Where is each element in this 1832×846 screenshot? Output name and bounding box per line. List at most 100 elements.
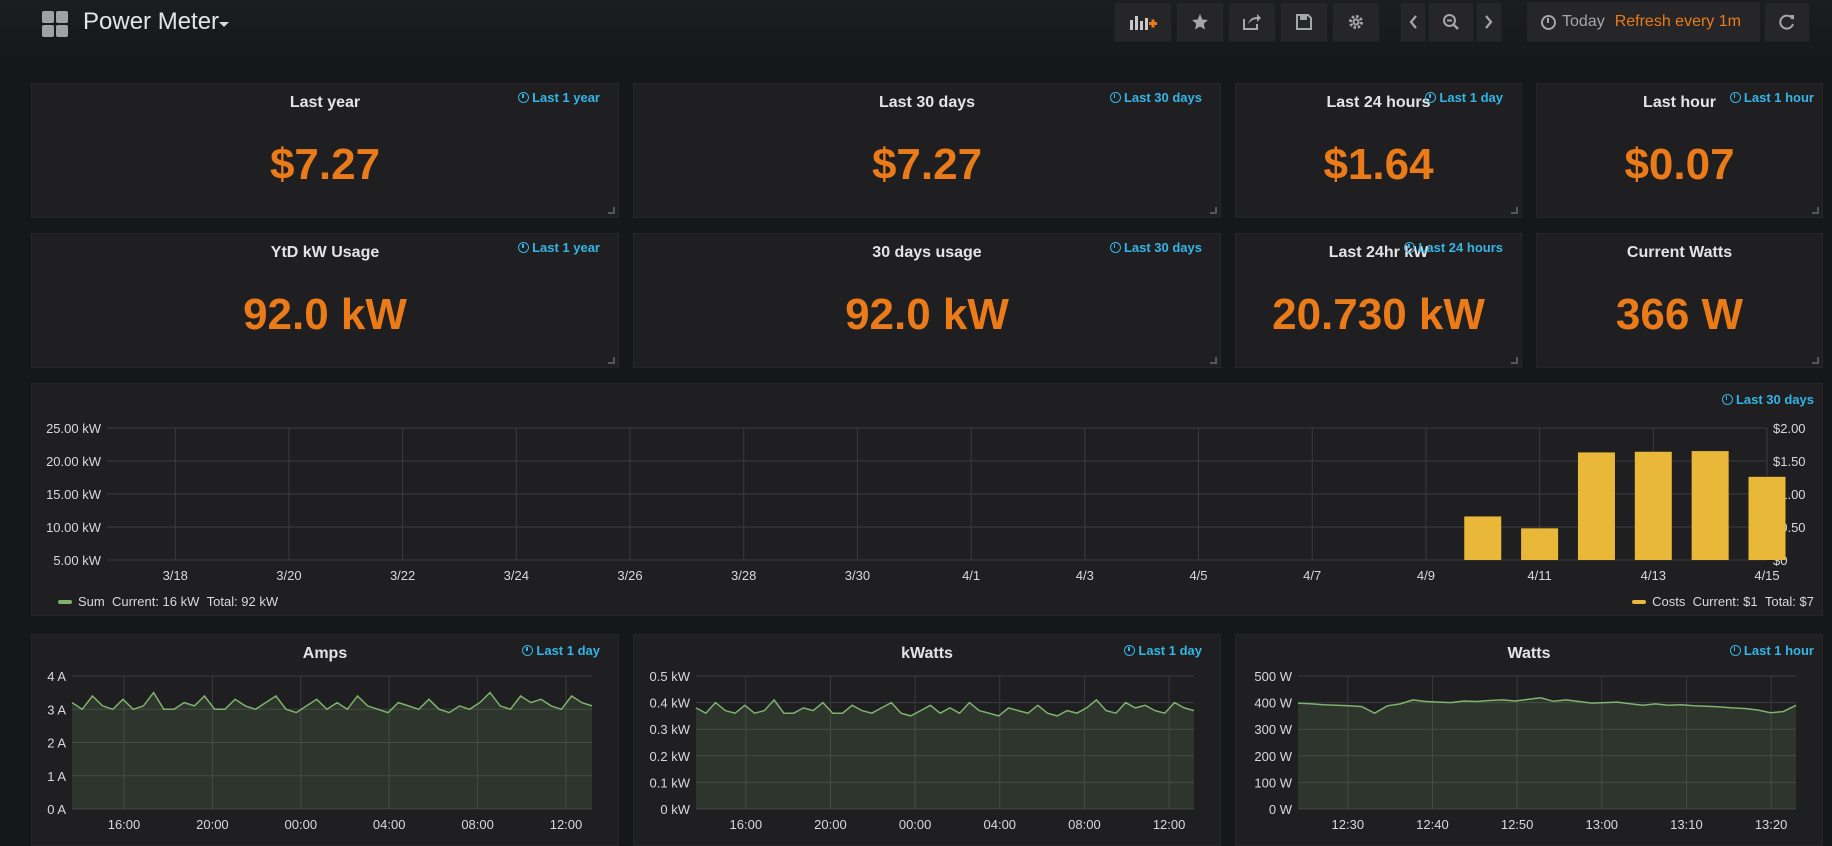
panel-time-label: Last 30 days — [1123, 240, 1202, 255]
resize-handle[interactable] — [1511, 357, 1518, 364]
stat-panel-last-30-days[interactable]: Last 30 days Last 30 days $7.27 — [633, 83, 1221, 218]
resize-handle[interactable] — [1812, 357, 1819, 364]
panel-time-range: Last 1 day — [1124, 643, 1202, 658]
stat-panel-30-days-usage[interactable]: 30 days usage Last 30 days 92.0 kW — [633, 233, 1221, 368]
bar-cost-4-12 — [1577, 452, 1615, 560]
x-tick-label: 3/22 — [390, 568, 415, 583]
clock-icon — [1729, 645, 1741, 656]
clock-icon — [1109, 92, 1121, 103]
y-tick-label: 2 A — [47, 736, 66, 751]
y-tick-label: 0.1 kW — [650, 775, 691, 790]
settings-button[interactable] — [1332, 2, 1380, 42]
y-tick-label-left: 15.00 kW — [46, 487, 102, 502]
dashboard-grid-icon[interactable] — [42, 11, 68, 37]
stat-value: 92.0 kW — [243, 290, 407, 339]
bar-cost-4-15 — [1748, 476, 1786, 560]
y-tick-label-right: $1.50 — [1773, 454, 1806, 469]
watts-graph-panel[interactable]: 0 W 100 W 200 W 300 W 400 W 500 W 12:30 12:40 12… — [1235, 634, 1823, 846]
y-tick-label: 1 A — [47, 769, 66, 784]
resize-handle[interactable] — [1210, 357, 1217, 364]
y-tick-label: 0 A — [47, 802, 66, 817]
x-tick-label: 13:20 — [1755, 817, 1788, 832]
stat-panel-current-watts[interactable]: Current Watts 366 W — [1536, 233, 1823, 368]
dashboard-title[interactable]: Power Meter — [83, 8, 219, 36]
y-tick-label: 400 W — [1254, 696, 1292, 711]
y-tick-label-right: $2.00 — [1773, 421, 1806, 436]
resize-handle[interactable] — [608, 207, 615, 214]
legend-current: Current: $1 — [1692, 594, 1758, 609]
clock-icon — [1109, 242, 1121, 253]
x-tick-label: 3/28 — [731, 568, 756, 583]
x-tick-label: 12:30 — [1332, 817, 1365, 832]
star-dashboard-button[interactable] — [1176, 2, 1224, 42]
x-tick-label: 3/30 — [845, 568, 870, 583]
panel-time-range: Last 1 hour — [1729, 90, 1814, 105]
y-tick-label: 0.2 kW — [650, 749, 691, 764]
legend-name: Sum — [78, 594, 105, 609]
bar-cost-4-10 — [1464, 516, 1502, 560]
clock-icon — [1541, 14, 1556, 30]
title-dropdown-caret-icon[interactable] — [219, 22, 229, 27]
kwatts-graph-panel[interactable]: 0 kW 0.1 kW 0.2 kW 0.3 kW 0.4 kW 0.5 kW 16:00 2… — [633, 634, 1221, 846]
legend-total: Total: 92 kW — [206, 594, 279, 609]
time-shift-back-button[interactable] — [1400, 2, 1426, 42]
x-tick-label: 00:00 — [899, 817, 932, 832]
x-tick-label: 04:00 — [984, 817, 1017, 832]
y-tick-label: 300 W — [1254, 722, 1292, 737]
share-dashboard-button[interactable] — [1228, 2, 1276, 42]
clock-icon — [518, 92, 530, 103]
panel-title: Current Watts — [1626, 244, 1733, 261]
amps-graph-panel[interactable]: 0 A 1 A 2 A 3 A 4 A 16:00 20:00 00:00 04:00 08:00… — [31, 634, 619, 846]
resize-handle[interactable] — [1511, 207, 1518, 214]
save-dashboard-button[interactable] — [1280, 2, 1328, 42]
x-tick-label: 4/5 — [1189, 568, 1207, 583]
x-tick-label: 13:00 — [1586, 817, 1619, 832]
bar-cost-4-13 — [1634, 451, 1672, 560]
x-tick-label: 20:00 — [196, 817, 229, 832]
stat-value: 92.0 kW — [845, 290, 1009, 339]
stat-panel-ytd-kw-usage[interactable]: YtD kW Usage Last 1 year 92.0 kW — [31, 233, 619, 368]
panel-time-range: Last 1 day — [1425, 90, 1503, 105]
y-tick-label: 500 W — [1254, 669, 1292, 684]
clock-icon — [1729, 92, 1741, 103]
resize-handle[interactable] — [608, 357, 615, 364]
stat-panel-last-24hr-kw[interactable]: Last 24hr kW Last 24 hours 20.730 kW — [1235, 233, 1522, 368]
series-area-fill — [72, 692, 592, 809]
y-tick-label: 200 W — [1254, 749, 1292, 764]
stat-panel-last-24-hours[interactable]: Last 24 hours Last 1 day $1.64 — [1235, 83, 1522, 218]
legend-costs[interactable]: Costs Current: $1 Total: $7 — [1632, 594, 1814, 609]
legend-name: Costs — [1652, 594, 1686, 609]
x-tick-label: 20:00 — [814, 817, 847, 832]
panel-time-range: Last 1 year — [518, 240, 600, 255]
x-tick-label: 3/20 — [276, 568, 301, 583]
x-tick-label: 3/18 — [163, 568, 188, 583]
stat-panel-last-hour[interactable]: Last hour Last 1 hour $0.07 — [1536, 83, 1823, 218]
y-tick-label: 0.4 kW — [650, 696, 691, 711]
add-panel-button[interactable] — [1114, 2, 1172, 42]
x-tick-label: 12:00 — [550, 817, 583, 832]
watts-chart-svg: 0 W 100 W 200 W 300 W 400 W 500 W 12:30 12:40 12… — [1254, 669, 1797, 832]
stat-value: $0.07 — [1624, 140, 1735, 189]
legend-current: Current: 16 kW — [111, 594, 200, 609]
usage-cost-bar-chart-panel[interactable]: Last 30 days $0 $0.50 $1.00 $1.50 $2.00 5.00 … — [31, 383, 1823, 616]
y-tick-label-left: 25.00 kW — [46, 421, 102, 436]
stat-panel-last-year[interactable]: Last year Last 1 year $7.27 — [31, 83, 619, 218]
panel-time-range: Last 30 days — [1109, 240, 1202, 255]
resize-handle[interactable] — [1812, 207, 1819, 214]
y-tick-label: 3 A — [47, 702, 66, 717]
resize-handle[interactable] — [1210, 207, 1217, 214]
zoom-out-button[interactable] — [1428, 2, 1474, 42]
x-tick-label: 4/15 — [1754, 568, 1779, 583]
refresh-button[interactable] — [1764, 2, 1810, 42]
x-tick-label: 16:00 — [730, 817, 763, 832]
time-picker[interactable]: Today Refresh every 1m — [1527, 2, 1760, 42]
panel-time-label: Last 1 hour — [1743, 643, 1814, 658]
y-tick-label-left: 5.00 kW — [53, 553, 101, 568]
panel-time-label: Last 1 hour — [1743, 90, 1814, 105]
legend-sum[interactable]: Sum Current: 16 kW Total: 92 kW — [58, 594, 278, 609]
x-tick-label: 00:00 — [285, 817, 318, 832]
time-shift-forward-button[interactable] — [1476, 2, 1502, 42]
clock-icon — [1124, 645, 1136, 656]
chevron-right-icon — [1485, 15, 1493, 29]
x-tick-label: 3/24 — [504, 568, 529, 583]
